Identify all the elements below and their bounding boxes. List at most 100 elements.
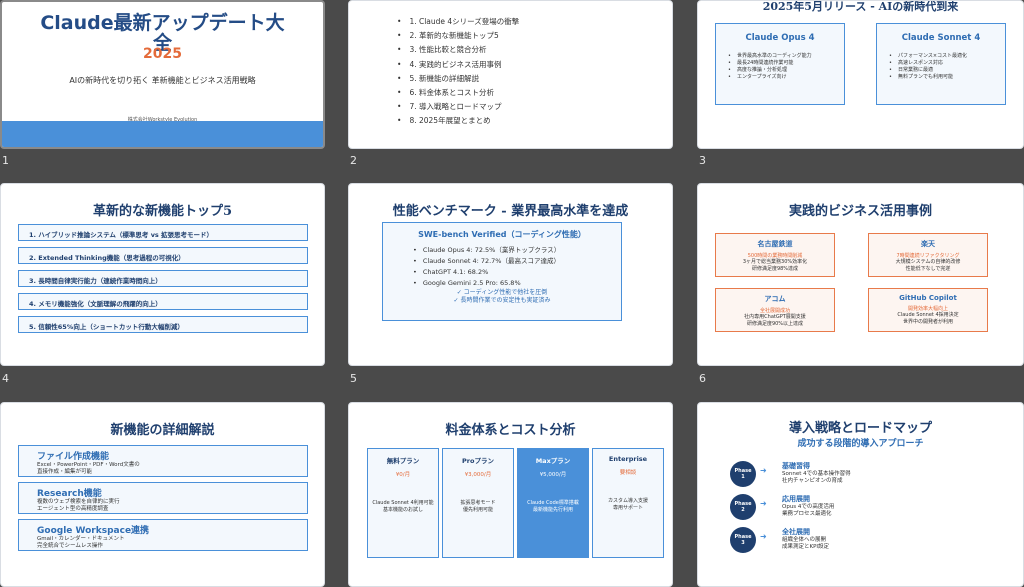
case-detail: 大規模システムの自律的改修 <box>895 259 961 265</box>
model-card-sonnet: Claude Sonnet 4 パフォーマンス×コスト最適化 高速レスポンス対応… <box>876 23 1006 105</box>
case-company: アコム <box>764 295 786 303</box>
phase-name: 基礎習得 <box>782 462 810 470</box>
slide-title: 導入戦略とロードマップ <box>788 421 932 436</box>
phase-info: 全社展開 組織全体への展開 成果測定とKPI設定 <box>782 527 829 551</box>
slide-number: 3 <box>699 154 706 167</box>
plan-detail: 専用サポート <box>612 505 643 511</box>
case-detail: 性能低下なしで完遂 <box>905 266 951 272</box>
agenda-item: 3. 性能比較と競合分析 <box>397 43 519 57</box>
phase-name: 応用展開 <box>782 495 810 503</box>
plan-card: 無料プラン ¥0/月 Claude Sonnet 4利用可能 基本機能のお試し <box>367 448 439 558</box>
agenda-item: 4. 実践的ビジネス活用事例 <box>397 58 519 72</box>
slide-number: 2 <box>350 154 357 167</box>
model-feature: 高速レスポンス対応 <box>889 60 1005 67</box>
slide-thumbnail-4[interactable]: 革新的な新機能トップ5 1. ハイブリッド推論システム（標準思考 vs 拡張思考… <box>0 183 325 366</box>
slide-thumbnail-8[interactable]: 料金体系とコスト分析 無料プラン ¥0/月 Claude Sonnet 4利用可… <box>348 402 673 587</box>
arrow-right-icon: ➜ <box>760 499 767 508</box>
phase-badge: Phase 3 <box>730 527 756 553</box>
case-detail: 3ヶ月で総当業務30%効率化 <box>742 259 808 265</box>
benchmark-score: ChatGPT 4.1: 68.2% <box>413 267 621 278</box>
plan-detail: Claude Code標準搭載 <box>527 500 579 506</box>
slide-title: 新機能の詳細解説 <box>110 423 215 438</box>
case-card: GitHub Copilot 開発効率大幅向上 Claude Sonnet 4採… <box>868 288 988 332</box>
feature-row: 2. Extended Thinking機能（思考過程の可視化） <box>18 247 308 264</box>
plan-detail: 拡張思考モード <box>460 500 496 506</box>
phase-info: 応用展開 Opus 4での高度活用 業務プロセス最適化 <box>782 494 834 518</box>
slide-thumbnail-5[interactable]: 性能ベンチマーク - 業界最高水準を達成 SWE-bench Verified（… <box>348 183 673 366</box>
agenda-item: 6. 料金体系とコスト分析 <box>397 86 519 100</box>
case-company: GitHub Copilot <box>899 294 957 302</box>
case-detail: 研修満足度98%達成 <box>751 266 799 272</box>
phase-info: 基礎習得 Sonnet 4での基本操作習得 社内チャンピオンの育成 <box>782 461 851 485</box>
case-highlight: 全社展開成功 <box>759 308 790 314</box>
plan-price: ¥5,000/月 <box>539 472 567 478</box>
feature-detail-box: Google Workspace連携 Gmail・カレンダー・ドキュメント 完全… <box>18 519 308 551</box>
plan-detail: 優先利用可能 <box>462 507 493 513</box>
feature-detail: 完全統合でシームレス操作 <box>37 543 103 549</box>
agenda-item: 2. 革新的な新機能トップ5 <box>397 29 519 43</box>
case-detail: Claude Sonnet 4採用決定 <box>897 312 959 318</box>
benchmark-score: Claude Sonnet 4: 72.7%（最高スコア達成） <box>413 256 621 267</box>
arrow-right-icon: ➜ <box>760 532 767 541</box>
slide-thumbnail-3[interactable]: 2025年5月リリース - AIの新時代到来 Claude Opus 4 世界最… <box>697 0 1024 149</box>
feature-detail-box: Research機能 複数のウェブ検索を自律的に実行 エージェント型の高精度調査 <box>18 482 308 514</box>
model-name: Claude Sonnet 4 <box>901 33 981 43</box>
slide-thumbnail-2[interactable]: 1. Claude 4シリーズ登場の衝撃 2. 革新的な新機能トップ5 3. 性… <box>348 0 673 149</box>
case-company: 楽天 <box>921 240 935 248</box>
slide-title: 2025年5月リリース - AIの新時代到来 <box>762 0 959 13</box>
agenda-item: 5. 新機能の詳細解説 <box>397 72 519 86</box>
plan-price: 要相談 <box>619 470 637 476</box>
plan-name: 無料プラン <box>386 457 420 465</box>
case-highlight: 7時間連続リファクタリング <box>896 253 960 259</box>
case-detail: 社内専用ChatGPT展開支援 <box>744 314 806 320</box>
agenda-item: 1. Claude 4シリーズ登場の衝撃 <box>397 15 519 29</box>
phase-detail: 組織全体への展開 <box>782 537 827 543</box>
feature-row: 1. ハイブリッド推論システム（標準思考 vs 拡張思考モード） <box>18 224 308 241</box>
benchmark-score: Claude Opus 4: 72.5%（業界トップクラス） <box>413 245 621 256</box>
slide-number: 1 <box>2 154 9 167</box>
arrow-right-icon: ➜ <box>760 466 767 475</box>
benchmark-title: SWE-bench Verified（コーディング性能） <box>418 230 586 239</box>
slide-title: 性能ベンチマーク - 業界最高水準を達成 <box>392 204 629 219</box>
slide-title: 実践的ビジネス活用事例 <box>788 204 932 219</box>
case-card: 名古屋鉄道 500時間の業務時間削減 3ヶ月で総当業務30%効率化 研修満足度9… <box>715 233 835 277</box>
agenda-item: 8. 2025年展望とまとめ <box>397 114 519 128</box>
footer-bar <box>2 121 323 147</box>
phase-detail: Opus 4での高度活用 <box>782 504 835 510</box>
agenda-item: 7. 導入戦略とロードマップ <box>397 100 519 114</box>
case-company: 名古屋鉄道 <box>757 240 793 248</box>
slide-subtitle: AIの新時代を切り拓く 革新機能とビジネス活用戦略 <box>69 76 256 85</box>
plan-price: ¥3,000/月 <box>464 472 492 478</box>
model-feature: 高度な推論・分析処理 <box>728 67 844 74</box>
plan-name: Proプラン <box>462 457 494 465</box>
feature-row: 4. メモリ機能強化（文脈理解の飛躍的向上） <box>18 293 308 310</box>
feature-name: Google Workspace連携 <box>37 526 150 536</box>
slide-thumbnail-7[interactable]: 新機能の詳細解説 ファイル作成機能 Excel・PowerPoint・PDF・W… <box>0 402 325 587</box>
case-card: 楽天 7時間連続リファクタリング 大規模システムの自律的改修 性能低下なしで完遂 <box>868 233 988 277</box>
phase-name: 全社展開 <box>782 528 810 536</box>
phase-badge: Phase 2 <box>730 494 756 520</box>
benchmark-score: Google Gemini 2.5 Pro: 65.8% <box>413 278 621 289</box>
slide-thumbnail-9[interactable]: 導入戦略とロードマップ 成功する段階的導入アプローチ Phase 1 ➜ 基礎習得… <box>697 402 1024 587</box>
slide-title: 革新的な新機能トップ5 <box>92 204 233 219</box>
slide-number: 6 <box>699 372 706 385</box>
plan-card: Enterprise 要相談 カスタム導入支援 専用サポート <box>592 448 664 558</box>
phase-detail: 社内チャンピオンの育成 <box>782 478 843 484</box>
feature-row: 3. 長時間自律実行能力（連続作業時間向上） <box>18 270 308 287</box>
plan-price: ¥0/月 <box>395 472 411 478</box>
slide-thumbnail-1[interactable]: Claude最新アップデート大 全 2025 AIの新時代を切り拓く 革新機能と… <box>0 0 325 149</box>
feature-detail-box: ファイル作成機能 Excel・PowerPoint・PDF・Word文書の 直接… <box>18 445 308 477</box>
phase-detail: 業務プロセス最適化 <box>782 511 832 517</box>
slide-year: 2025 <box>143 46 182 62</box>
case-card: アコム 全社展開成功 社内専用ChatGPT展開支援 研修満足度90%以上達成 <box>715 288 835 332</box>
phase-detail: 成果測定とKPI設定 <box>782 544 830 550</box>
feature-name: Research機能 <box>37 489 102 499</box>
slide-title: 料金体系とコスト分析 <box>445 423 576 438</box>
plan-name: Maxプラン <box>535 457 571 465</box>
slide-thumbnail-6[interactable]: 実践的ビジネス活用事例 名古屋鉄道 500時間の業務時間削減 3ヶ月で総当業務3… <box>697 183 1024 366</box>
feature-detail: エージェント型の高精度調査 <box>37 506 109 512</box>
plan-detail: 最新機能先行利用 <box>532 507 573 513</box>
plan-detail: カスタム導入支援 <box>607 498 648 504</box>
phase-detail: Sonnet 4での基本操作習得 <box>782 471 851 477</box>
feature-detail: 直接作成・編集が可能 <box>37 469 93 475</box>
